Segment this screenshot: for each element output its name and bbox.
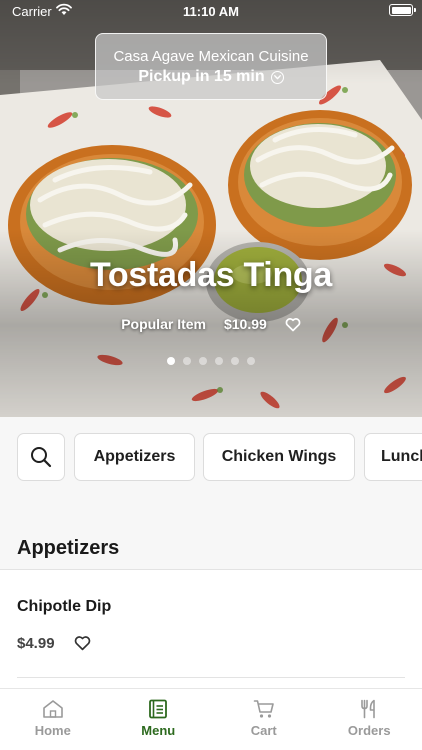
tab-home[interactable]: Home	[0, 689, 106, 750]
tab-label: Cart	[250, 723, 277, 738]
menu-item-price: $4.99	[17, 635, 55, 652]
featured-item-meta: Popular Item $10.99	[0, 316, 422, 332]
carousel-dot[interactable]	[215, 357, 223, 365]
utensils-icon	[361, 699, 376, 719]
section-title: Appetizers	[17, 537, 120, 559]
battery-icon	[389, 4, 416, 16]
tab-label: Orders	[347, 723, 391, 738]
restaurant-name: Casa Agave Mexican Cuisine	[113, 48, 309, 65]
category-chip-chicken-wings[interactable]: Chicken Wings	[203, 433, 355, 481]
pickup-time-row[interactable]: Pickup in 15 min	[96, 68, 326, 86]
tab-menu[interactable]: Menu	[106, 689, 212, 750]
menu-book-icon	[149, 699, 168, 719]
search-icon	[31, 447, 52, 468]
menu-item-name: Chipotle Dip	[17, 598, 112, 615]
carousel-dot[interactable]	[199, 357, 207, 365]
status-time: 11:10 AM	[183, 4, 239, 19]
carousel-pagination[interactable]	[0, 357, 422, 365]
heart-outline-icon[interactable]	[74, 635, 91, 651]
status-bar: Carrier 11:10 AM	[0, 0, 422, 22]
category-chip-appetizers[interactable]: Appetizers	[74, 433, 195, 481]
carousel-dot[interactable]	[183, 357, 191, 365]
featured-item-title: Tostadas Tinga	[89, 256, 333, 294]
pickup-time-label: Pickup in 15 min	[138, 68, 265, 85]
heart-outline-icon[interactable]	[285, 317, 301, 332]
section-header: Appetizers	[0, 499, 422, 570]
search-button[interactable]	[17, 433, 65, 481]
category-chip-lunch[interactable]: Lunch	[364, 433, 422, 481]
featured-item-price: $10.99	[223, 316, 267, 332]
tab-label: Home	[34, 723, 71, 738]
home-icon	[42, 700, 63, 718]
menu-item-list: Chipotle Dip $4.99	[0, 570, 422, 688]
tab-label: Menu	[141, 723, 176, 738]
chevron-down-circle-icon	[270, 70, 284, 84]
restaurant-pickup-selector[interactable]: Casa Agave Mexican Cuisine Pickup in 15 …	[95, 33, 327, 100]
carousel-dot[interactable]	[167, 357, 175, 365]
bottom-tab-bar: Home Menu Cart Orders	[0, 688, 422, 750]
tab-cart[interactable]: Cart	[211, 689, 317, 750]
cart-icon	[253, 700, 274, 718]
tab-orders[interactable]: Orders	[317, 689, 422, 750]
carousel-dot[interactable]	[231, 357, 239, 365]
category-chip-bar[interactable]: Appetizers Chicken Wings Lunch	[0, 417, 422, 499]
featured-hero[interactable]: Carrier 11:10 AM Casa Agave Mexican Cuis…	[0, 0, 422, 417]
popular-badge: Popular Item	[121, 316, 206, 332]
divider	[17, 677, 405, 678]
carousel-dot[interactable]	[247, 357, 255, 365]
